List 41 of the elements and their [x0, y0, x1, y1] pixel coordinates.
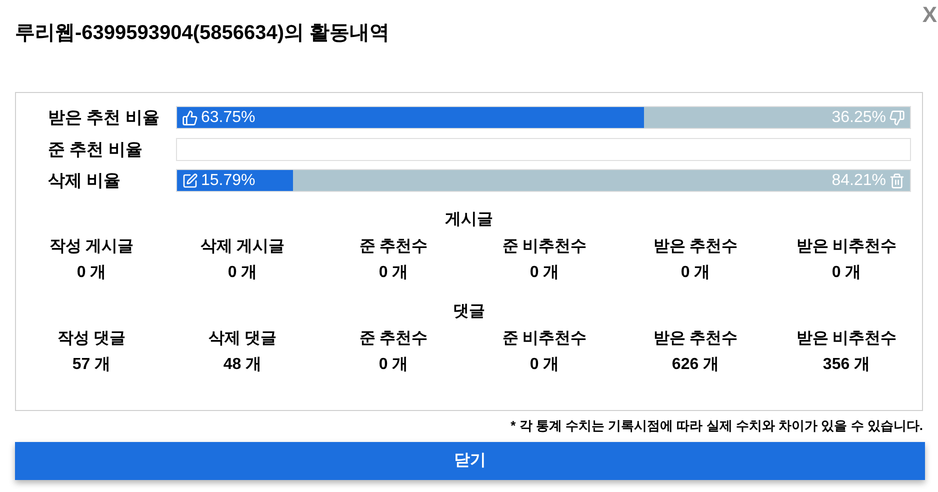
ratio-label: 받은 추천 비율 — [47, 107, 160, 129]
stat-label: 받은 추천수 — [653, 328, 738, 348]
stat-label: 받은 비추천수 — [796, 328, 897, 348]
stat-value: 0 개 — [378, 262, 408, 282]
ratio-value: 15.79% — [201, 170, 256, 191]
stat-value: 0 개 — [832, 262, 862, 282]
stat-label: 삭제 게시글 — [200, 236, 285, 256]
thumbs-up-icon — [182, 110, 198, 126]
stat-label: 준 추천수 — [359, 328, 428, 348]
stat-label: 준 비추천수 — [502, 236, 587, 256]
stat-value: 48 개 — [223, 354, 262, 374]
stat-value: 0 개 — [680, 262, 710, 282]
stat-label: 삭제 댓글 — [208, 328, 277, 348]
thumbs-down-icon — [889, 110, 905, 126]
stat-label: 받은 비추천수 — [796, 236, 897, 256]
ratio-label: 삭제 비율 — [47, 170, 122, 192]
stat-value: 0 개 — [76, 262, 106, 282]
stat-label: 작성 댓글 — [57, 328, 126, 348]
stat-value: 626 개 — [672, 354, 720, 374]
stat-label: 준 비추천수 — [502, 328, 587, 348]
section-title: 댓글 — [452, 302, 486, 322]
footnote: * 각 통계 수치는 기록시점에 따라 실제 수치와 차이가 있을 수 있습니다. — [510, 417, 923, 435]
close-icon[interactable]: X — [922, 0, 937, 31]
trash-icon — [889, 172, 905, 189]
edit-icon — [182, 172, 198, 189]
ratio-value: 84.21% — [832, 170, 886, 191]
stat-label: 준 추천수 — [359, 236, 428, 256]
stat-value: 0 개 — [378, 354, 408, 374]
dialog-title: 루리웹-6399593904(5856634)의 활동내역 — [15, 21, 391, 46]
stat-label: 받은 추천수 — [653, 236, 738, 256]
ratio-value: 36.25% — [832, 108, 886, 128]
stat-value: 356 개 — [822, 354, 870, 374]
ratio-label: 준 추천 비율 — [47, 138, 144, 160]
stat-value: 57 개 — [72, 354, 111, 374]
stat-value: 0 개 — [530, 354, 560, 374]
ratio-value: 63.75% — [201, 108, 256, 128]
section-title: 게시글 — [444, 210, 494, 230]
close-button[interactable]: 닫기 — [15, 442, 925, 480]
stat-value: 0 개 — [530, 262, 560, 282]
stat-label: 작성 게시글 — [49, 236, 134, 256]
stat-value: 0 개 — [228, 262, 258, 282]
